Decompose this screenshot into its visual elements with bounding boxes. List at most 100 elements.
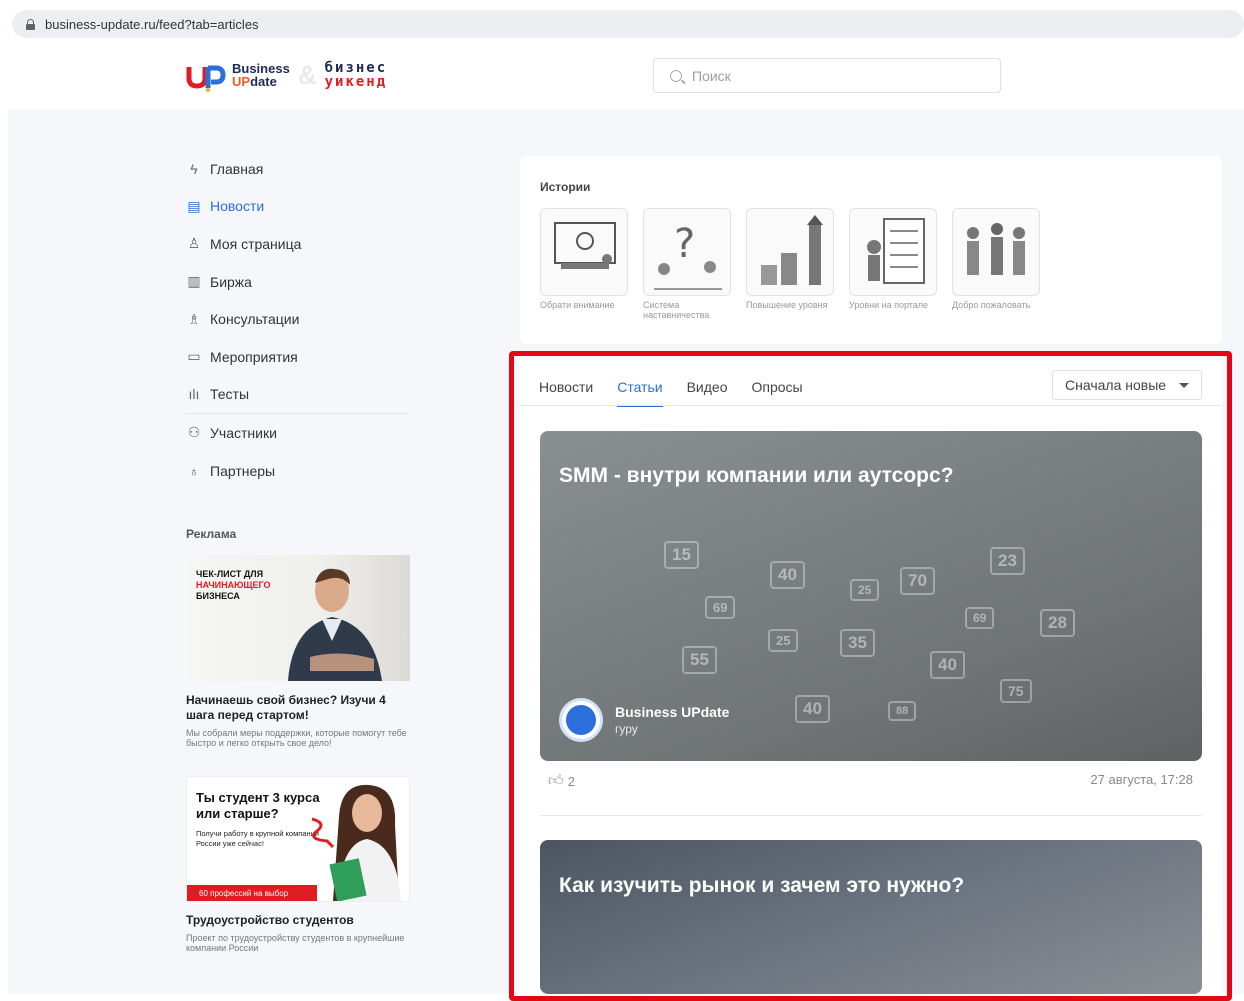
like-bubble: 25 (850, 579, 880, 601)
site-header: Business UPdate & бизнес уикенд Поиск (8, 40, 1244, 109)
like-bubble: 15 (664, 541, 699, 569)
sidebar-item-my-page[interactable]: ♙ Моя страница (186, 225, 410, 263)
sidebar-item-label: Мероприятия (210, 348, 298, 365)
sidebar-item-label: Консультации (210, 311, 300, 328)
sidebar-item-news[interactable]: ▤ Новости (186, 188, 410, 226)
like-bubble: 69 (705, 596, 736, 619)
newspaper-icon: ▤ (187, 197, 201, 214)
url-text: business-update.ru/feed?tab=articles (45, 16, 259, 32)
stories-heading: Истории (540, 180, 591, 194)
tab-news[interactable]: Новости (539, 379, 593, 407)
sidebar-item-label: Партнеры (210, 462, 276, 479)
ad1-banner-line2: НАЧИНАЮЩЕГО (196, 580, 271, 590)
ad-banner-students[interactable]: Ты студент 3 курса или старше? Получи ра… (186, 776, 410, 902)
businessman-image (288, 568, 382, 681)
story-label: Уровни на портале (849, 300, 929, 310)
search-input[interactable]: Поиск (653, 58, 1001, 93)
story-label: Обрати внимание (540, 300, 615, 310)
like-bubble: 28 (1040, 609, 1075, 637)
article-meta: 👍︎ 2 27 августа, 17:28 (548, 772, 1193, 790)
like-bubble: 35 (840, 629, 875, 657)
logo-update-text: UPdate (232, 75, 290, 88)
story-label: Повышение уровня (746, 300, 828, 310)
lightning-icon: ϟ (190, 160, 198, 177)
story-thumbnail (849, 208, 937, 296)
like-bubble: 23 (990, 547, 1025, 575)
sort-dropdown[interactable]: Сначала новые (1052, 370, 1202, 400)
sidebar-item-events[interactable]: ▭ Мероприятия (186, 338, 410, 376)
like-button[interactable]: 👍︎ 2 (548, 772, 575, 790)
ad2-banner-band: 60 профессий на выбор (187, 885, 317, 901)
article-card[interactable]: Как изучить рынок и зачем это нужно? (540, 840, 1202, 994)
article-author[interactable]: Business UPdate гуру (559, 698, 729, 742)
ampersand-icon: & (297, 59, 317, 90)
article-card[interactable]: 15 40 25 70 23 69 25 35 69 28 55 40 75 4… (540, 431, 1202, 761)
story-item[interactable]: Повышение уровня (746, 208, 834, 310)
story-illustration-icon (867, 218, 925, 284)
sidebar-item-label: Тесты (210, 386, 250, 403)
story-illustration-icon: ? (654, 221, 722, 290)
search-placeholder: Поиск (692, 67, 731, 84)
ads-heading: Реклама (186, 527, 237, 541)
sidebar-item-label: Участники (210, 424, 277, 441)
lock-icon (26, 18, 35, 30)
stories-panel: Истории Обрати внимание ? Система настав… (520, 156, 1222, 344)
sidebar-item-partners[interactable]: ♁ Партнеры (186, 452, 410, 490)
sidebar-item-exchange[interactable]: ▥ Биржа (186, 263, 410, 301)
card-divider (540, 815, 1202, 816)
consultant-icon: ♗ (187, 310, 201, 327)
tabs-divider (519, 405, 1222, 406)
story-item[interactable]: Уровни на портале (849, 208, 937, 310)
address-bar[interactable]: business-update.ru/feed?tab=articles (12, 10, 1244, 38)
ad1-description: Мы собрали меры поддержки, которые помог… (186, 728, 407, 748)
sort-label: Сначала новые (1065, 377, 1167, 393)
ad2-description: Проект по трудоустройству студентов в кр… (186, 933, 405, 953)
logo[interactable]: Business UPdate & бизнес уикенд (186, 58, 387, 92)
sidebar-nav: ϟ Главная ▤ Новости ♙ Моя страница ▥ Биржа ♗… (186, 150, 410, 489)
search-icon (670, 69, 682, 82)
sidebar-item-home[interactable]: ϟ Главная (186, 150, 410, 188)
sidebar-item-members[interactable]: ⚇ Участники (186, 414, 410, 452)
story-label: Добро пожаловать (952, 300, 1031, 310)
ad2-title[interactable]: Трудоустройство студентов (186, 913, 354, 927)
article-date: 27 августа, 17:28 (1090, 772, 1193, 787)
sidebar-item-consultations[interactable]: ♗ Консультации (186, 300, 410, 338)
article-title[interactable]: SMM - внутри компании или аутсорс? (559, 464, 954, 488)
like-bubble: 40 (770, 561, 805, 589)
svg-text:?: ? (674, 221, 695, 267)
users-icon: ⚇ (187, 424, 201, 441)
like-bubble: 69 (965, 607, 995, 629)
article-title[interactable]: Как изучить рынок и зачем это нужно? (559, 874, 964, 898)
story-illustration-icon (967, 223, 1025, 275)
tab-polls[interactable]: Опросы (751, 379, 802, 407)
building-icon: ▥ (187, 273, 201, 290)
story-item[interactable]: Обрати внимание (540, 208, 628, 310)
avatar-image (566, 705, 596, 735)
like-bubble: 75 (1000, 679, 1032, 703)
tab-articles[interactable]: Статьи (617, 379, 663, 407)
logo-bw-line1: бизнес (324, 60, 388, 76)
ad1-title[interactable]: Начинаешь свой бизнес? Изучи 4 шага пере… (186, 693, 410, 723)
logo-up-text: UP (232, 74, 251, 89)
avatar (559, 698, 603, 742)
story-item[interactable]: Добро пожаловать (952, 208, 1040, 310)
logo-bw-line2: уикенд (324, 74, 388, 90)
logo-mark-icon (186, 65, 226, 92)
author-name: Business UPdate (615, 704, 730, 720)
story-item[interactable]: ? Система наставничества (643, 208, 731, 320)
thumbs-up-icon: 👍︎ (548, 772, 564, 789)
story-thumbnail: ? (643, 208, 731, 296)
story-illustration-icon (761, 215, 823, 285)
ad1-banner-line3: БИЗНЕСА (196, 591, 240, 601)
like-bubble: 40 (795, 695, 830, 723)
ad-banner-checklist[interactable]: ЧЕК-ЛИСТ ДЛЯ НАЧИНАЮЩЕГО БИЗНЕСА (186, 555, 410, 681)
sidebar-item-label: Новости (210, 198, 265, 215)
ad1-banner-text: ЧЕК-ЛИСТ ДЛЯ НАЧИНАЮЩЕГО БИЗНЕСА (196, 569, 271, 602)
calendar-icon: ▭ (187, 348, 201, 365)
like-bubble: 70 (900, 567, 935, 595)
story-thumbnail (540, 208, 628, 296)
ad2-banner-subtitle: Получи работу в крупной компании России … (196, 829, 319, 848)
like-count: 2 (567, 773, 575, 789)
tab-video[interactable]: Видео (687, 379, 728, 407)
sidebar-item-tests[interactable]: ılı Тесты (186, 376, 410, 414)
